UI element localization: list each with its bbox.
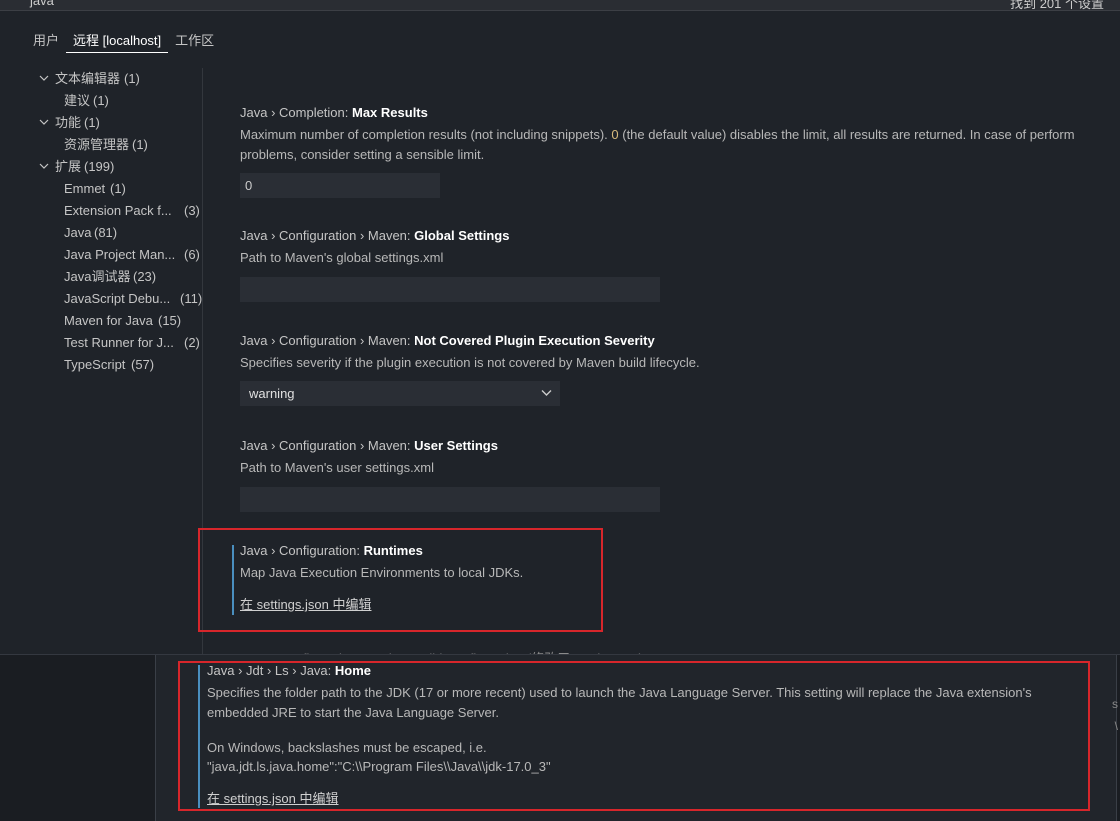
- toc-item-maven-for-java[interactable]: Maven for Java (15): [0, 310, 202, 332]
- chevron-down-icon: [39, 75, 49, 81]
- maven-global-settings-input[interactable]: [240, 277, 660, 302]
- toc-item-label: TypeScript: [64, 357, 126, 372]
- scope-tabs: 用户 远程 [localhost] 工作区: [26, 27, 221, 53]
- edge-glyph: s: [1112, 697, 1118, 711]
- toc-item-count: (23): [133, 269, 157, 284]
- tab-remote[interactable]: 远程 [localhost]: [66, 27, 169, 53]
- setting-description: Path to Maven's global settings.xml: [240, 250, 444, 265]
- toc-item-count: (1): [84, 115, 100, 130]
- maven-user-settings-input[interactable]: [240, 487, 660, 512]
- highlight-box: [178, 661, 1090, 811]
- toc-item-label: Java Project Man...: [64, 247, 176, 262]
- toc-item-count: (3): [184, 203, 200, 218]
- toc-item-label: 资源管理器: [64, 137, 130, 152]
- search-result-count: 找到 201 个设置: [1010, 0, 1104, 11]
- toc-item-count: (81): [94, 225, 118, 240]
- toc-item-count: (57): [131, 357, 155, 372]
- toc-item-java-debugger[interactable]: Java调试器 (23): [0, 266, 202, 288]
- plugin-severity-select[interactable]: warning: [240, 381, 560, 406]
- toc-item-label: Java: [64, 225, 92, 240]
- settings-search-bar[interactable]: java 找到 201 个设置: [0, 0, 1120, 11]
- toc-item-suggestions[interactable]: 建议 (1): [0, 90, 202, 112]
- toc-item-count: (1): [124, 71, 140, 86]
- toc-item-label: 功能: [55, 115, 82, 130]
- toc-item-label: Java调试器: [64, 269, 131, 284]
- toc-item-count: (6): [184, 247, 200, 262]
- toc-item-label: JavaScript Debu...: [64, 291, 171, 306]
- setting-description: Specifies severity if the plugin executi…: [240, 355, 700, 370]
- setting-description: problems, consider setting a sensible li…: [240, 147, 485, 162]
- toc-item-count: (1): [93, 93, 109, 108]
- toc-item-count: (15): [158, 313, 182, 328]
- toc-item-count: (2): [184, 335, 200, 350]
- toc-item-label: 扩展: [55, 159, 82, 174]
- setting-description: Path to Maven's user settings.xml: [240, 460, 434, 475]
- toc-item-label: Emmet: [64, 181, 106, 196]
- tab-workspace[interactable]: 工作区: [168, 27, 221, 53]
- toc-item-count: (11): [180, 291, 203, 306]
- chevron-down-icon: [39, 163, 49, 169]
- toc-item-count: (199): [84, 159, 115, 174]
- toc-item-test-runner[interactable]: Test Runner for J... (2): [0, 332, 202, 354]
- toc-item-features[interactable]: 功能 (1): [0, 112, 202, 134]
- toc-item-label: Test Runner for J...: [64, 335, 174, 350]
- toc-item-label: Maven for Java: [64, 313, 153, 328]
- toc-item-java[interactable]: Java (81): [0, 222, 202, 244]
- toc-item-java-project-manager[interactable]: Java Project Man... (6): [0, 244, 202, 266]
- setting-maven-global-settings: Java › Configuration › Maven: Global Set…: [240, 227, 660, 302]
- chevron-down-icon: [541, 390, 552, 396]
- select-value: warning: [249, 386, 295, 401]
- toc-item-typescript[interactable]: TypeScript (57): [0, 354, 202, 376]
- setting-title: Java › Configuration › Maven: Global Set…: [240, 228, 510, 243]
- toc-item-extensions[interactable]: 扩展 (199): [0, 156, 202, 178]
- setting-maven-plugin-severity: Java › Configuration › Maven: Not Covere…: [240, 332, 700, 406]
- setting-title: Java › Completion: Max Results: [240, 105, 428, 120]
- toc-item-extension-pack[interactable]: Extension Pack f... (3): [0, 200, 202, 222]
- tab-user[interactable]: 用户: [26, 27, 66, 53]
- max-results-input[interactable]: 0: [240, 173, 440, 198]
- settings-toc: 文本编辑器 (1) 建议 (1) 功能 (1) 资源管理器 (1) 扩展 (19…: [0, 68, 202, 376]
- toc-item-count: (1): [110, 181, 126, 196]
- toc-item-explorer[interactable]: 资源管理器 (1): [0, 134, 202, 156]
- chevron-down-icon: [39, 119, 49, 125]
- toc-item-count: (1): [132, 137, 148, 152]
- edge-glyph: \: [1114, 719, 1118, 733]
- search-input[interactable]: java: [30, 0, 54, 8]
- toc-item-label: 文本编辑器: [55, 71, 121, 86]
- toc-item-emmet[interactable]: Emmet (1): [0, 178, 202, 200]
- setting-title: Java › Configuration › Maven: User Setti…: [240, 438, 498, 453]
- setting-maven-user-settings: Java › Configuration › Maven: User Setti…: [240, 437, 660, 512]
- toc-item-text-editor[interactable]: 文本编辑器 (1): [0, 68, 202, 90]
- toc-item-label: Extension Pack f...: [64, 203, 172, 218]
- setting-max-results: Java › Completion: Max Results Maximum n…: [240, 104, 1075, 198]
- toc-item-javascript-debugger[interactable]: JavaScript Debu... (11): [0, 288, 202, 310]
- highlight-box: [198, 528, 603, 632]
- toc-item-label: 建议: [64, 93, 91, 108]
- setting-title: Java › Configuration › Maven: Not Covere…: [240, 333, 655, 348]
- setting-description: Maximum number of completion results (no…: [240, 127, 1075, 142]
